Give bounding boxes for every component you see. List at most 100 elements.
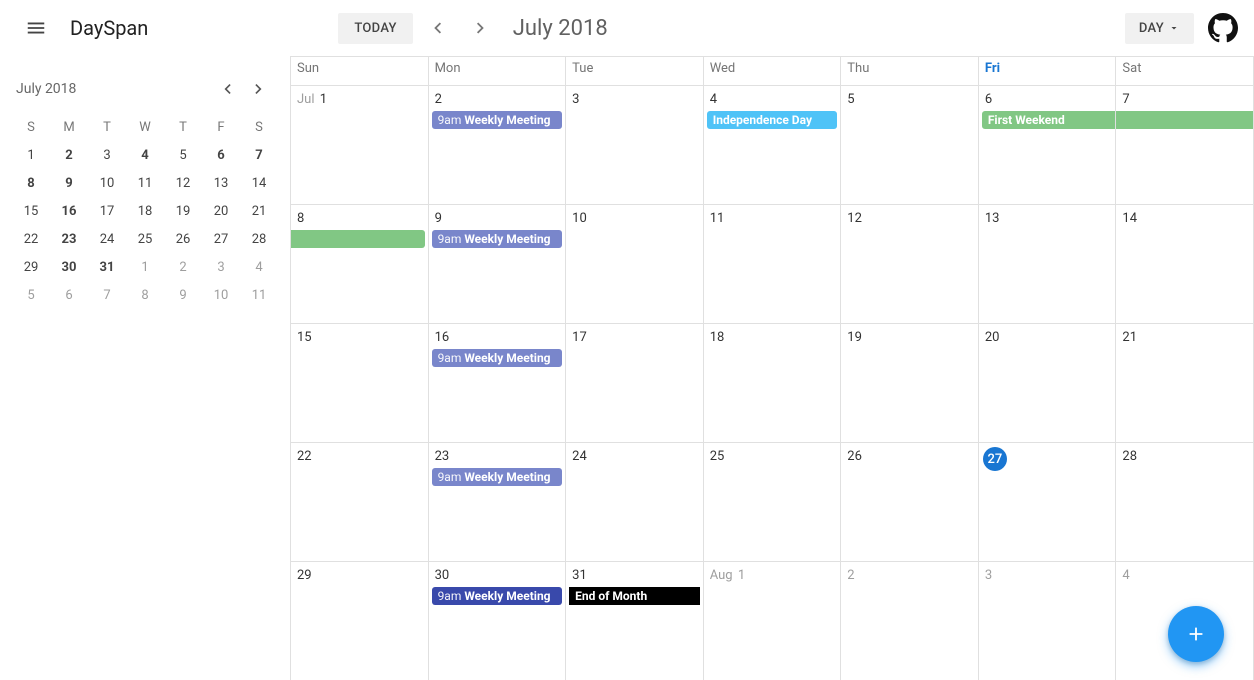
calendar-day[interactable]: 29amWeekly Meeting bbox=[429, 86, 567, 204]
day-number: 7 bbox=[1116, 86, 1135, 109]
mini-day[interactable]: 13 bbox=[202, 170, 240, 196]
calendar-day[interactable]: 309amWeekly Meeting bbox=[429, 562, 567, 680]
mini-day[interactable]: 29 bbox=[12, 254, 50, 280]
mini-day[interactable]: 8 bbox=[126, 282, 164, 308]
mini-day[interactable]: 9 bbox=[50, 170, 88, 196]
mini-day[interactable]: 11 bbox=[240, 282, 278, 308]
calendar-day[interactable]: 5 bbox=[841, 86, 979, 204]
mini-day[interactable]: 11 bbox=[126, 170, 164, 196]
mini-day[interactable]: 20 bbox=[202, 198, 240, 224]
calendar-day[interactable]: 169amWeekly Meeting bbox=[429, 324, 567, 442]
calendar-day[interactable]: 3 bbox=[979, 562, 1117, 680]
mini-day[interactable]: 21 bbox=[240, 198, 278, 224]
mini-next-button[interactable] bbox=[244, 74, 274, 104]
mini-day[interactable]: 8 bbox=[12, 170, 50, 196]
today-button[interactable]: TODAY bbox=[338, 13, 412, 44]
mini-day[interactable]: 24 bbox=[88, 226, 126, 252]
calendar-day[interactable]: 14 bbox=[1116, 205, 1254, 323]
mini-day[interactable]: 15 bbox=[12, 198, 50, 224]
mini-day[interactable]: 1 bbox=[12, 142, 50, 168]
mini-day[interactable]: 23 bbox=[50, 226, 88, 252]
day-number: 26 bbox=[841, 443, 868, 466]
calendar-day[interactable]: 4Independence Day bbox=[704, 86, 842, 204]
calendar-day[interactable]: 27 bbox=[979, 443, 1117, 561]
mini-day[interactable]: 7 bbox=[88, 282, 126, 308]
mini-day[interactable]: 28 bbox=[240, 226, 278, 252]
mini-day[interactable]: 6 bbox=[50, 282, 88, 308]
mini-day[interactable]: 30 bbox=[50, 254, 88, 280]
event[interactable]: 9amWeekly Meeting bbox=[432, 468, 563, 486]
mini-day[interactable]: 5 bbox=[12, 282, 50, 308]
mini-day[interactable]: 10 bbox=[202, 282, 240, 308]
mini-day[interactable]: 19 bbox=[164, 198, 202, 224]
calendar-day[interactable]: 26 bbox=[841, 443, 979, 561]
event[interactable]: End of Month bbox=[569, 587, 700, 605]
next-period-button[interactable] bbox=[461, 8, 501, 48]
mini-day[interactable]: 4 bbox=[126, 142, 164, 168]
mini-day[interactable]: 26 bbox=[164, 226, 202, 252]
mini-day[interactable]: 10 bbox=[88, 170, 126, 196]
calendar-day[interactable]: 22 bbox=[291, 443, 429, 561]
event[interactable]: First Weekend bbox=[982, 111, 1116, 129]
calendar-day[interactable]: 31End of Month bbox=[566, 562, 704, 680]
event[interactable]: 9amWeekly Meeting bbox=[432, 111, 563, 129]
calendar-day[interactable]: 18 bbox=[704, 324, 842, 442]
mini-day[interactable]: 31 bbox=[88, 254, 126, 280]
mini-day[interactable]: 2 bbox=[50, 142, 88, 168]
mini-day[interactable]: 3 bbox=[88, 142, 126, 168]
mini-day[interactable]: 7 bbox=[240, 142, 278, 168]
calendar-day[interactable]: 12 bbox=[841, 205, 979, 323]
event[interactable]: 9amWeekly Meeting bbox=[432, 587, 563, 605]
mini-day[interactable]: 2 bbox=[164, 254, 202, 280]
calendar-day[interactable]: 99amWeekly Meeting bbox=[429, 205, 567, 323]
mini-day[interactable]: 5 bbox=[164, 142, 202, 168]
mini-day[interactable]: 25 bbox=[126, 226, 164, 252]
mini-day[interactable]: 4 bbox=[240, 254, 278, 280]
mini-day[interactable]: 22 bbox=[12, 226, 50, 252]
github-link[interactable] bbox=[1208, 13, 1238, 43]
mini-day[interactable]: 16 bbox=[50, 198, 88, 224]
calendar-day[interactable]: Aug 1 bbox=[704, 562, 842, 680]
calendar-week: 15169amWeekly Meeting1718192021 bbox=[291, 323, 1254, 442]
calendar-day[interactable]: 10 bbox=[566, 205, 704, 323]
mini-prev-button[interactable] bbox=[212, 74, 242, 104]
calendar-day[interactable]: 13 bbox=[979, 205, 1117, 323]
calendar-day[interactable]: 11 bbox=[704, 205, 842, 323]
view-selector[interactable]: DAY bbox=[1125, 13, 1194, 44]
calendar-day[interactable]: 3 bbox=[566, 86, 704, 204]
calendar-day[interactable]: 24 bbox=[566, 443, 704, 561]
calendar-day[interactable]: 17 bbox=[566, 324, 704, 442]
mini-day[interactable]: 12 bbox=[164, 170, 202, 196]
calendar-day[interactable]: 6First Weekend bbox=[979, 86, 1117, 204]
calendar-day[interactable]: 21 bbox=[1116, 324, 1254, 442]
calendar-day[interactable]: 15 bbox=[291, 324, 429, 442]
calendar-day[interactable]: 28 bbox=[1116, 443, 1254, 561]
mini-day[interactable]: 17 bbox=[88, 198, 126, 224]
calendar-day[interactable]: 7 bbox=[1116, 86, 1254, 204]
calendar-day[interactable]: Jul 1 bbox=[291, 86, 429, 204]
event-title: Weekly Meeting bbox=[464, 349, 550, 367]
mini-day[interactable]: 9 bbox=[164, 282, 202, 308]
mini-day[interactable]: 1 bbox=[126, 254, 164, 280]
calendar-day[interactable]: 20 bbox=[979, 324, 1117, 442]
calendar-day[interactable]: 25 bbox=[704, 443, 842, 561]
calendar-day[interactable]: 29 bbox=[291, 562, 429, 680]
mini-day[interactable]: 3 bbox=[202, 254, 240, 280]
calendar-day[interactable]: 19 bbox=[841, 324, 979, 442]
prev-period-button[interactable] bbox=[417, 8, 457, 48]
calendar-day[interactable]: 8 bbox=[291, 205, 429, 323]
event[interactable] bbox=[1116, 111, 1253, 129]
mini-day[interactable]: 14 bbox=[240, 170, 278, 196]
event[interactable] bbox=[291, 230, 425, 248]
menu-button[interactable] bbox=[16, 8, 56, 48]
mini-day[interactable]: 6 bbox=[202, 142, 240, 168]
mini-day[interactable]: 27 bbox=[202, 226, 240, 252]
calendar-day[interactable]: 239amWeekly Meeting bbox=[429, 443, 567, 561]
event[interactable]: 9amWeekly Meeting bbox=[432, 349, 563, 367]
event[interactable]: 9amWeekly Meeting bbox=[432, 230, 563, 248]
event[interactable]: Independence Day bbox=[707, 111, 838, 129]
calendar-day[interactable]: 2 bbox=[841, 562, 979, 680]
mini-day[interactable]: 18 bbox=[126, 198, 164, 224]
add-event-fab[interactable] bbox=[1168, 606, 1224, 662]
day-number: 21 bbox=[1116, 324, 1143, 347]
